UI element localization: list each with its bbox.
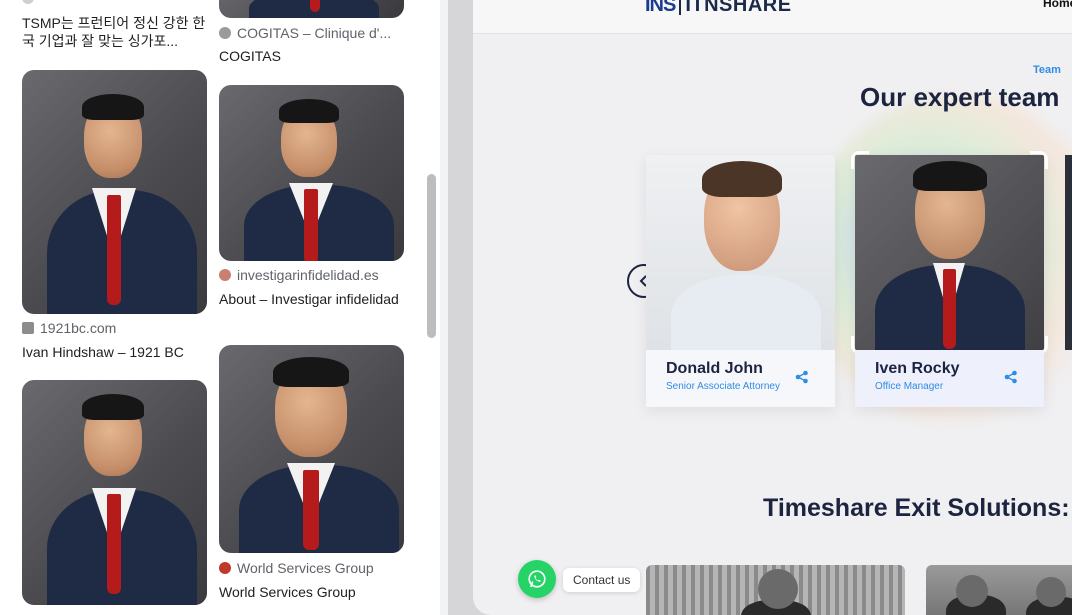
team-member-info: Iven Rocky Office Manager [855, 350, 1044, 407]
pane-divider [440, 0, 448, 615]
result-thumbnail[interactable] [22, 380, 207, 605]
site-favicon [22, 0, 34, 4]
result-source[interactable]: 1921bc.com [22, 320, 116, 336]
result-title[interactable]: About – Investigar infidelidad [219, 290, 399, 308]
whatsapp-icon [528, 570, 546, 588]
result-source[interactable]: COGITAS – Clinique d'... [219, 25, 391, 41]
team-member-card-active[interactable]: Iven Rocky Office Manager [851, 151, 1048, 407]
share-icon[interactable] [795, 370, 809, 384]
result-title[interactable]: Ivan Hindshaw – 1921 BC [22, 343, 184, 361]
result-title[interactable]: COGITAS [219, 47, 281, 65]
site-favicon [22, 322, 34, 334]
website-preview: INS ITNSHARE Home Team Our expert team D… [448, 0, 1072, 615]
result-source-text: World Services Group [237, 560, 374, 576]
logo-divider [679, 0, 682, 15]
result-source[interactable]: World Services Group [219, 560, 374, 576]
site-favicon [219, 269, 231, 281]
result-source[interactable] [22, 0, 40, 4]
result-source[interactable]: investigarinfidelidad.es [219, 267, 379, 283]
site-logo[interactable]: INS ITNSHARE [645, 0, 792, 17]
result-title[interactable]: TSMP는 프런티어 정신 강한 한국 기업과 잘 맞는 싱가포... [22, 14, 217, 50]
result-thumbnail[interactable] [219, 345, 404, 553]
focus-corner [851, 151, 869, 169]
whatsapp-button[interactable] [518, 560, 556, 598]
team-member-photo [646, 155, 835, 350]
scrollbar-thumb[interactable] [427, 174, 436, 338]
team-section-title: Our expert team [860, 82, 1060, 112]
section-kicker: Team [1033, 64, 1061, 76]
team-member-card-partial[interactable] [1065, 155, 1072, 350]
nav-link-home[interactable]: Home [1043, 0, 1072, 10]
focus-corner [1030, 151, 1048, 169]
site-favicon [219, 27, 231, 39]
solution-image [646, 565, 905, 615]
team-member-photo [855, 155, 1044, 350]
site-navbar: INS ITNSHARE Home [473, 0, 1072, 34]
logo-mark: INS [645, 0, 676, 16]
result-thumbnail[interactable] [219, 0, 404, 18]
contact-us-label[interactable]: Contact us [563, 568, 641, 592]
team-member-info: Donald John Senior Associate Attorney [646, 350, 835, 407]
website-page: INS ITNSHARE Home Team Our expert team D… [473, 0, 1072, 615]
result-title[interactable]: World Services Group [219, 583, 356, 601]
team-member-role: Office Manager [875, 381, 944, 392]
logo-name: ITNSHARE [685, 0, 792, 16]
result-thumbnail[interactable] [219, 85, 404, 261]
result-source-text: investigarinfidelidad.es [237, 267, 379, 283]
result-thumbnail[interactable] [22, 70, 207, 314]
image-results-pane: TSMP는 프런티어 정신 강한 한국 기업과 잘 맞는 싱가포... COGI… [0, 0, 440, 615]
solution-image [926, 565, 1072, 615]
solutions-section-title: Timeshare Exit Solutions: Fa [763, 494, 1072, 522]
team-member-card[interactable]: Donald John Senior Associate Attorney [646, 155, 835, 407]
result-source-text: COGITAS – Clinique d'... [237, 25, 392, 41]
team-member-name: Donald John [666, 360, 763, 377]
result-source-text: 1921bc.com [40, 320, 117, 336]
team-member-name: Iven Rocky [875, 360, 960, 377]
share-icon[interactable] [1004, 370, 1018, 384]
site-favicon [219, 562, 231, 574]
team-member-role: Senior Associate Attorney [666, 381, 780, 392]
